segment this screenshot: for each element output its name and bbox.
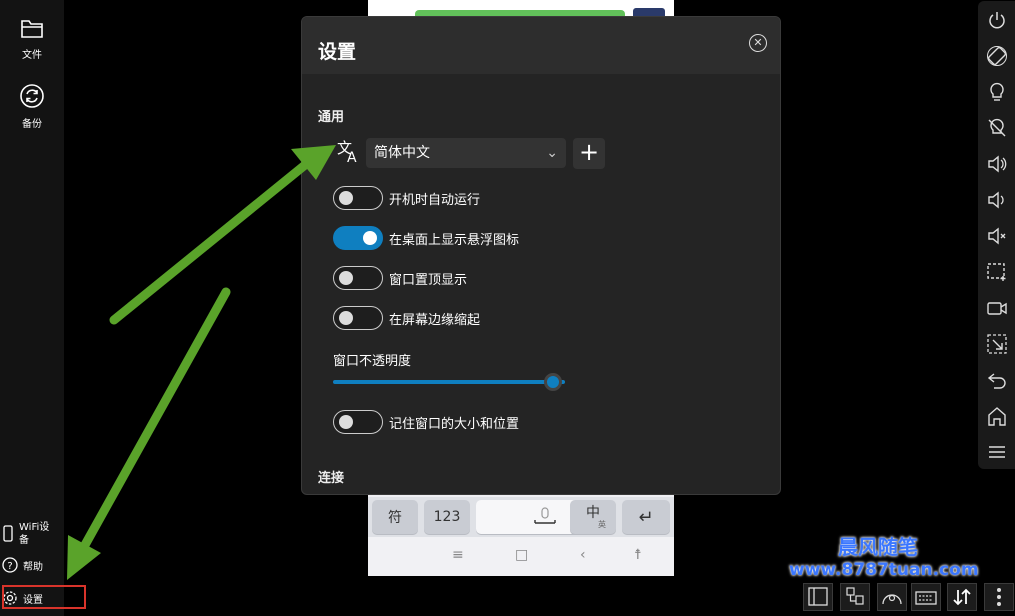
annotation-arrows (67, 145, 336, 580)
arrow-to-settings (67, 287, 231, 580)
